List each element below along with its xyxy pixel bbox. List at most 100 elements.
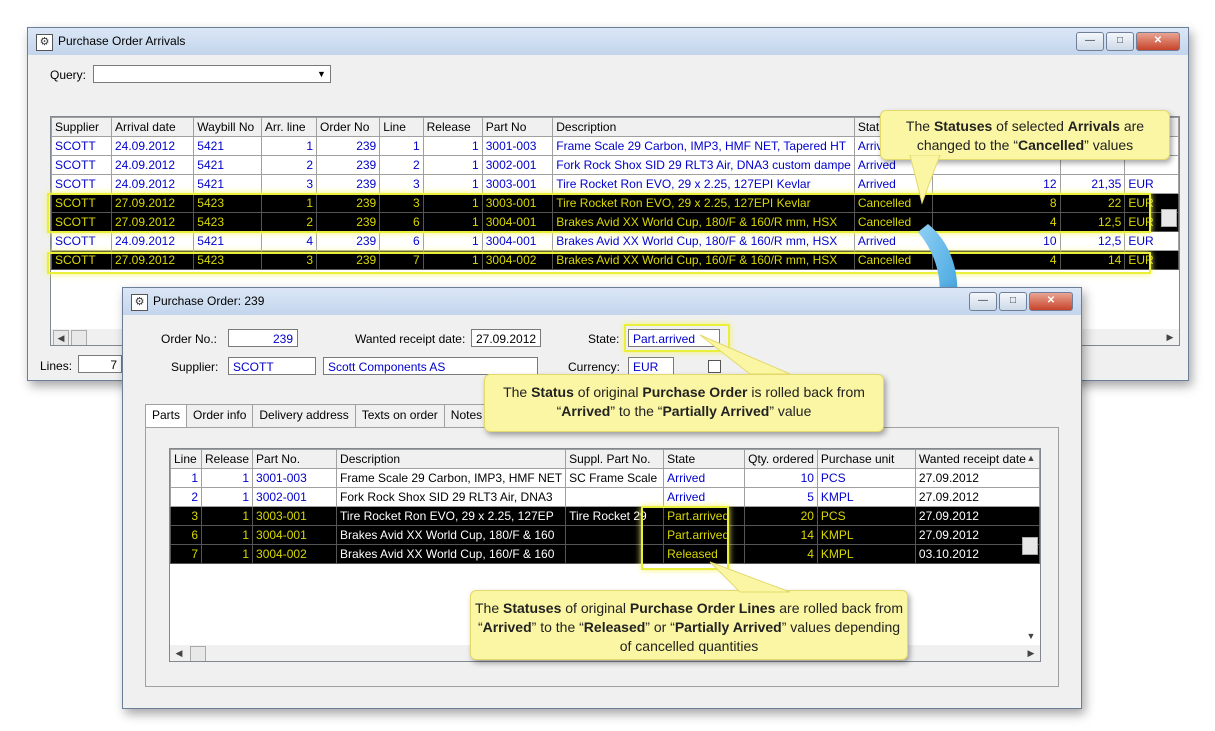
column-header[interactable]: Line: [379, 117, 424, 137]
maximize-button[interactable]: □: [1106, 32, 1134, 51]
scroll-thumb-horizontal[interactable]: [71, 330, 87, 345]
table-cell: 27.09.2012: [914, 506, 1040, 526]
column-header[interactable]: Waybill No: [193, 117, 262, 137]
column-header[interactable]: Description: [552, 117, 855, 137]
table-cell: Brakes Avid XX World Cup, 180/F & 160/R …: [552, 212, 855, 232]
wanted-date-field[interactable]: 27.09.2012: [471, 329, 541, 347]
scroll-down-arrow-icon[interactable]: ▼: [1024, 629, 1038, 643]
table-cell: 27.09.2012: [110, 250, 195, 270]
table-cell: Tire Rocket Ron EVO, 29 x 2.25, 127EPI K…: [552, 193, 855, 213]
table-row[interactable]: SCOTT 24.09.2012 5421 4 239 6 1 3004-001 Brakes …: [51, 231, 1179, 251]
table-cell: 27.09.2012: [914, 525, 1040, 545]
currency-field[interactable]: EUR: [628, 357, 674, 375]
column-header[interactable]: Part No.: [252, 449, 338, 469]
order-no-field[interactable]: 239: [228, 329, 298, 347]
table-cell: 3001-003: [481, 136, 554, 156]
scroll-thumb-horizontal[interactable]: [190, 646, 206, 661]
table-cell: 3002-001: [481, 155, 554, 175]
query-label: Query:: [50, 68, 87, 82]
scroll-left-arrow-icon[interactable]: ◀: [53, 330, 69, 345]
column-header[interactable]: Arr. line: [260, 117, 318, 137]
table-row[interactable]: SCOTT 27.09.2012 5423 3 239 7 1 3004-002 Brakes …: [51, 250, 1179, 270]
table-cell: 1: [422, 212, 483, 232]
table-cell: 3003-001: [252, 506, 338, 526]
order-title: Purchase Order: 239: [153, 294, 265, 308]
close-button[interactable]: ✕: [1029, 292, 1073, 311]
scroll-right-arrow-icon[interactable]: ▶: [1024, 646, 1038, 660]
table-row[interactable]: 1 1 3001-003 Frame Scale 29 Carbon, IMP3, H…: [170, 468, 1040, 488]
table-row[interactable]: SCOTT 27.09.2012 5423 2 239 6 1 3004-001 Brakes …: [51, 212, 1179, 232]
table-cell: 3: [260, 250, 318, 270]
table-cell: Arrived: [663, 487, 746, 507]
table-row[interactable]: SCOTT 24.09.2012 5421 3 239 3 1 3003-001 Tire Ro…: [51, 174, 1179, 194]
supplier-code-field[interactable]: SCOTT: [228, 357, 316, 375]
minimize-button[interactable]: —: [1076, 32, 1104, 51]
table-cell: 5423: [193, 212, 262, 232]
scroll-thumb[interactable]: [1022, 537, 1038, 555]
table-row[interactable]: SCOTT 27.09.2012 5423 1 239 3 1 3003-001 Tire Ro…: [51, 193, 1179, 213]
column-header[interactable]: Line: [170, 449, 202, 469]
table-row[interactable]: 3 1 3003-001 Tire Rocket Ron EVO, 29 x 2.25…: [170, 506, 1040, 526]
tab-notes[interactable]: Notes: [443, 404, 490, 428]
maximize-button[interactable]: □: [999, 292, 1027, 311]
callout-arrivals: The Statuses of selected Arrivals are ch…: [880, 110, 1170, 160]
table-cell: 03.10.2012: [914, 544, 1040, 564]
table-cell: PCS: [816, 506, 916, 526]
table-row[interactable]: 6 1 3004-001 Brakes Avid XX World Cup, 180/…: [170, 525, 1040, 545]
column-header[interactable]: Supplier: [51, 117, 112, 137]
table-cell: 5421: [193, 155, 262, 175]
column-header[interactable]: Order No: [316, 117, 381, 137]
minimize-button[interactable]: —: [969, 292, 997, 311]
table-cell: 24.09.2012: [110, 136, 195, 156]
column-header[interactable]: Part No: [481, 117, 554, 137]
table-cell: 27.09.2012: [110, 193, 195, 213]
scroll-thumb[interactable]: [1161, 209, 1177, 227]
table-cell: 6: [379, 231, 424, 251]
column-header[interactable]: Description: [336, 449, 567, 469]
column-header[interactable]: Wanted receipt date: [914, 449, 1040, 469]
column-header[interactable]: State: [663, 449, 746, 469]
tab-texts-on-order[interactable]: Texts on order: [354, 404, 445, 428]
table-cell: 3001-003: [252, 468, 338, 488]
tab-order-info[interactable]: Order info: [186, 404, 254, 428]
column-header[interactable]: Suppl. Part No.: [565, 449, 665, 469]
table-cell: 1: [260, 193, 318, 213]
table-cell: 1: [200, 506, 254, 526]
column-header[interactable]: Release: [200, 449, 254, 469]
table-cell: [565, 544, 665, 564]
table-row[interactable]: 7 1 3004-002 Brakes Avid XX World Cup, 160/…: [170, 544, 1040, 564]
close-button[interactable]: ✕: [1136, 32, 1180, 51]
table-cell: Part.arrived: [663, 525, 746, 545]
chevron-down-icon[interactable]: ▼: [314, 67, 329, 82]
table-cell: 239: [316, 155, 381, 175]
table-cell: 5421: [193, 136, 262, 156]
table-cell: 10: [744, 468, 818, 488]
table-cell: Brakes Avid XX World Cup, 180/F & 160/R …: [552, 231, 855, 251]
table-cell: 2: [260, 212, 318, 232]
column-header[interactable]: Arrival date: [110, 117, 195, 137]
table-cell: 2: [170, 487, 202, 507]
table-cell: 239: [316, 231, 381, 251]
table-cell: 1: [422, 174, 483, 194]
scroll-right-arrow-icon[interactable]: ▶: [1163, 330, 1177, 344]
table-cell: SCOTT: [51, 250, 112, 270]
table-cell: 7: [379, 250, 424, 270]
column-header[interactable]: Purchase unit: [816, 449, 916, 469]
tab-parts[interactable]: Parts: [145, 404, 188, 428]
table-cell: 6: [379, 212, 424, 232]
scroll-left-arrow-icon[interactable]: ◀: [172, 646, 186, 660]
column-header[interactable]: Qty. ordered: [744, 449, 818, 469]
table-cell: 1: [422, 250, 483, 270]
table-cell: 1: [422, 136, 483, 156]
tab-delivery-address[interactable]: Delivery address: [252, 404, 356, 428]
query-select[interactable]: [93, 65, 331, 83]
table-row[interactable]: 2 1 3002-001 Fork Rock Shox SID 29 RLT3 Air…: [170, 487, 1040, 507]
order-no-label: Order No.:: [161, 332, 218, 346]
table-cell: SC Frame Scale: [565, 468, 665, 488]
table-cell: SCOTT: [51, 231, 112, 251]
order-lines-table: Line Release Part No. Description Suppl. Par…: [170, 449, 1040, 564]
callout-pointer: [709, 561, 791, 593]
table-cell: 5421: [193, 231, 262, 251]
column-header[interactable]: Release: [422, 117, 483, 137]
scroll-up-arrow-icon[interactable]: ▲: [1024, 451, 1038, 465]
